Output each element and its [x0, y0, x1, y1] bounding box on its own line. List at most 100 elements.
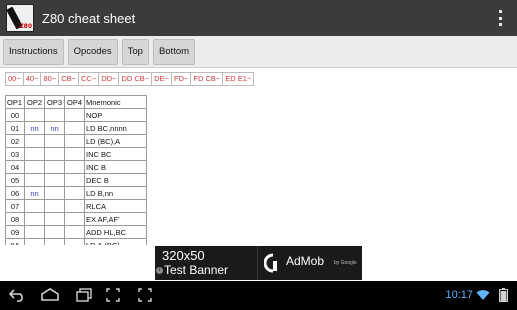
back-icon[interactable] — [8, 288, 26, 302]
cell-op2 — [24, 160, 45, 174]
expand-icon[interactable] — [138, 288, 152, 302]
table-row: 0A LD A,(BC) — [5, 238, 147, 245]
prefix-nav: 00~ 40~ 80~ CB~ CC~ DD~ DD CB~ DE~ FD~ F… — [5, 72, 255, 86]
opcode-table-body: 00 NOP 01 nn nn LD BC,nnnn 02 LD (BC),A 03 INC BC… — [5, 108, 147, 245]
cell-op1: 03 — [5, 147, 25, 161]
cell-op4 — [64, 108, 85, 122]
cell-op2 — [24, 108, 45, 122]
cell-op1: 04 — [5, 160, 25, 174]
recent-apps-icon[interactable] — [75, 288, 93, 302]
cell-op4 — [64, 212, 85, 226]
prefix-link-80[interactable]: 80~ — [41, 73, 60, 85]
cell-op1: 07 — [5, 199, 25, 213]
cell-op2 — [24, 173, 45, 187]
table-row: 07 RLCA — [5, 199, 147, 213]
cell-op2 — [24, 147, 45, 161]
cell-mnemonic: RLCA — [84, 199, 147, 213]
cell-op4 — [64, 134, 85, 148]
opcode-table: OP1 OP2 OP3 OP4 Mnemonic 00 NOP 01 nn nn LD B… — [5, 95, 147, 245]
cell-mnemonic: EX AF,AF' — [84, 212, 147, 226]
cell-op1: 08 — [5, 212, 25, 226]
cell-op1: 0A — [5, 238, 25, 245]
instructions-button[interactable]: Instructions — [3, 38, 64, 65]
cell-mnemonic: LD BC,nnnn — [84, 121, 147, 135]
cell-op1: 05 — [5, 173, 25, 187]
overflow-menu-icon[interactable] — [499, 10, 503, 26]
cell-mnemonic: INC B — [84, 160, 147, 174]
prefix-link-fd[interactable]: FD~ — [172, 73, 192, 85]
opcodes-button[interactable]: Opcodes — [67, 38, 118, 65]
table-row: 02 LD (BC),A — [5, 134, 147, 148]
table-row: 01 nn nn LD BC,nnnn — [5, 121, 147, 135]
cell-op2 — [24, 225, 45, 239]
table-row: 08 EX AF,AF' — [5, 212, 147, 226]
cell-op3 — [44, 160, 65, 174]
app-icon: Z80 — [6, 4, 34, 32]
cell-op4 — [64, 147, 85, 161]
home-icon[interactable] — [40, 288, 60, 302]
table-row: 00 NOP — [5, 108, 147, 122]
screenshot-icon[interactable] — [106, 288, 120, 302]
prefix-link-cb[interactable]: CB~ — [59, 73, 80, 85]
cell-op3 — [44, 199, 65, 213]
cell-op1: 02 — [5, 134, 25, 148]
cell-op4 — [64, 225, 85, 239]
cell-op3 — [44, 173, 65, 187]
cell-op1: 06 — [5, 186, 25, 200]
system-nav-bar: 10:17 — [0, 281, 517, 310]
cell-op2: nn — [24, 121, 45, 135]
prefix-link-dd[interactable]: DD~ — [99, 73, 120, 85]
ad-banner[interactable]: 320x50 i Test Banner AdMob by Google — [155, 246, 362, 280]
header-op3: OP3 — [44, 95, 65, 109]
bottom-button[interactable]: Bottom — [152, 38, 196, 65]
cell-op4 — [64, 199, 85, 213]
table-row: 04 INC B — [5, 160, 147, 174]
status-clock: 10:17 — [445, 289, 473, 301]
cell-op1: 00 — [5, 108, 25, 122]
prefix-link-ed-e1[interactable]: ED E1~ — [223, 73, 253, 85]
ad-size-label: 320x50 — [162, 248, 205, 263]
cell-op2 — [24, 238, 45, 245]
table-row: 03 INC BC — [5, 147, 147, 161]
prefix-link-cc[interactable]: CC~ — [79, 73, 100, 85]
cell-mnemonic: ADD HL,BC — [84, 225, 147, 239]
header-mnemonic: Mnemonic — [84, 95, 147, 109]
prefix-link-00[interactable]: 00~ — [6, 73, 24, 85]
prefix-link-de[interactable]: DE~ — [152, 73, 172, 85]
cell-op4 — [64, 186, 85, 200]
table-row: 06 nn LD B,nn — [5, 186, 147, 200]
cell-op3 — [44, 212, 65, 226]
prefix-link-dd-cb[interactable]: DD CB~ — [119, 73, 153, 85]
cell-op4 — [64, 238, 85, 245]
info-icon[interactable]: i — [156, 267, 163, 274]
cell-op2 — [24, 134, 45, 148]
admob-by-google: by Google — [334, 260, 357, 266]
opcode-table-container[interactable]: OP1 OP2 OP3 OP4 Mnemonic 00 NOP 01 nn nn LD B… — [5, 95, 147, 245]
cell-op3 — [44, 238, 65, 245]
cell-op1: 01 — [5, 121, 25, 135]
top-button[interactable]: Top — [121, 38, 149, 65]
cell-op3: nn — [44, 121, 65, 135]
battery-icon — [499, 288, 508, 302]
cell-mnemonic: LD A,(BC) — [84, 238, 147, 245]
cell-op3 — [44, 134, 65, 148]
table-header-row: OP1 OP2 OP3 OP4 Mnemonic — [5, 95, 147, 109]
app-icon-label: Z80 — [19, 23, 32, 30]
admob-brand: AdMob — [286, 254, 325, 268]
ad-test-label: Test Banner — [164, 263, 229, 277]
cell-op4 — [64, 160, 85, 174]
prefix-link-fd-cb[interactable]: FD CB~ — [191, 73, 224, 85]
cell-op1: 09 — [5, 225, 25, 239]
admob-logo-icon — [264, 253, 277, 273]
cell-op3 — [44, 225, 65, 239]
admob-panel: AdMob by Google — [257, 246, 362, 280]
header-op1: OP1 — [5, 95, 25, 109]
cell-mnemonic: LD (BC),A — [84, 134, 147, 148]
prefix-link-40[interactable]: 40~ — [24, 73, 42, 85]
cell-op3 — [44, 147, 65, 161]
toolbar: Instructions Opcodes Top Bottom — [0, 36, 517, 68]
cell-op2 — [24, 212, 45, 226]
cell-op4 — [64, 173, 85, 187]
cell-op4 — [64, 121, 85, 135]
table-row: 05 DEC B — [5, 173, 147, 187]
